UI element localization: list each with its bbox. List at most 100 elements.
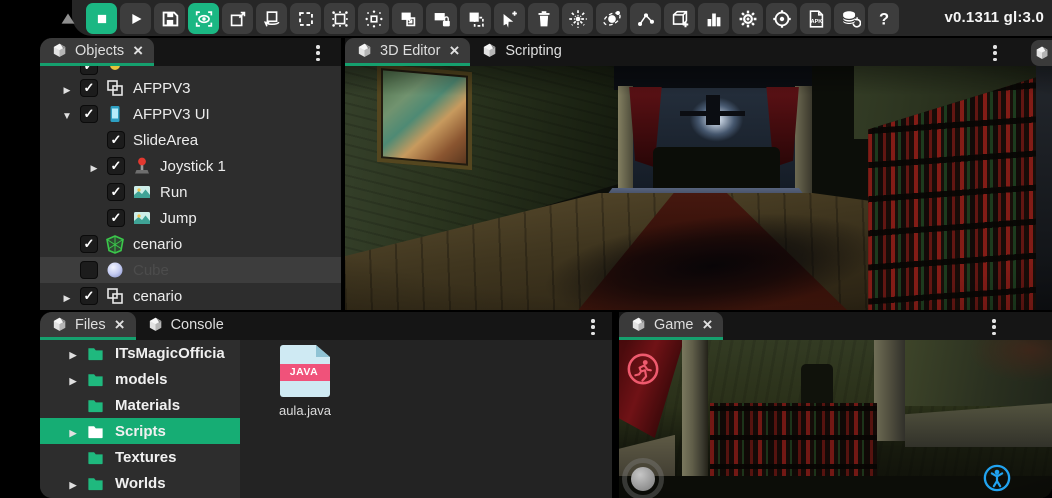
box-icon — [356, 42, 373, 59]
close-icon[interactable]: × — [703, 316, 713, 333]
kebab-menu-icon[interactable] — [988, 45, 1002, 61]
item-label: ITsMagicOfficia — [115, 345, 225, 362]
kebab-menu-icon[interactable] — [586, 319, 600, 335]
objects-tree-item[interactable]: AFPPV3 UI — [40, 101, 341, 127]
files-tree-item[interactable]: ITsMagicOfficia — [40, 340, 240, 366]
tab-scripting[interactable]: Scripting — [470, 38, 572, 66]
play-icon — [125, 8, 147, 30]
joystick-knob[interactable] — [631, 467, 655, 491]
scale-tool-button[interactable] — [290, 3, 321, 34]
java-badge: JAVA — [273, 364, 335, 381]
kebab-menu-icon[interactable] — [987, 319, 1001, 335]
save-button[interactable] — [154, 3, 185, 34]
db-sync-icon — [839, 8, 861, 30]
checkbox[interactable] — [80, 261, 98, 279]
checkbox[interactable] — [80, 235, 98, 253]
objects-tree-item[interactable]: AFPPV3 — [40, 75, 341, 101]
close-icon[interactable]: × — [449, 42, 459, 59]
files-tree-item[interactable]: Textures — [40, 444, 240, 470]
run-icon[interactable] — [626, 352, 660, 386]
objects-tree-item[interactable]: cenario — [40, 283, 341, 309]
move-tool-button[interactable] — [222, 3, 253, 34]
close-icon[interactable]: × — [133, 42, 143, 59]
bounds-icon — [329, 8, 351, 30]
target-settings-button[interactable] — [766, 3, 797, 34]
duplicate-button[interactable] — [460, 3, 491, 34]
expand-arrow-icon[interactable] — [60, 371, 86, 388]
tab-files[interactable]: Files × — [40, 312, 136, 340]
bounds-tool-button[interactable] — [324, 3, 355, 34]
box-icon — [481, 42, 498, 59]
expand-arrow-icon[interactable] — [54, 288, 80, 305]
pivot-tool-button[interactable] — [358, 3, 389, 34]
files-tree-item[interactable]: models — [40, 366, 240, 392]
checkbox[interactable] — [80, 105, 98, 123]
objects-tree-item[interactable] — [40, 66, 341, 75]
objects-tree-item[interactable]: SlideArea — [40, 127, 341, 153]
kebab-menu-icon[interactable] — [311, 45, 325, 61]
objects-tree-item[interactable]: Cube — [40, 257, 341, 283]
game-viewport[interactable] — [619, 340, 1052, 498]
scene-viewport[interactable] — [345, 66, 1052, 310]
checkbox[interactable] — [107, 131, 125, 149]
help-icon — [873, 8, 895, 30]
expand-arrow-icon[interactable] — [81, 158, 107, 175]
checkbox[interactable] — [80, 66, 98, 75]
tap-tool-button[interactable] — [494, 3, 525, 34]
export-apk-button[interactable] — [800, 3, 831, 34]
tab-label: Objects — [75, 43, 124, 59]
expand-arrow-icon[interactable] — [54, 80, 80, 97]
rotate-tool-button[interactable] — [256, 3, 287, 34]
tab-objects[interactable]: Objects × — [40, 38, 154, 66]
bring-forward-button[interactable] — [392, 3, 423, 34]
add-object-button[interactable] — [664, 3, 695, 34]
aula.java[interactable]: JAVA aula.java — [270, 345, 340, 418]
objects-tree-item[interactable]: Run — [40, 179, 341, 205]
close-icon[interactable]: × — [115, 316, 125, 333]
item-label: Scripts — [115, 423, 166, 440]
tab-console[interactable]: Console — [136, 312, 235, 340]
item-label: Jump — [160, 210, 197, 227]
scene-view-button[interactable] — [188, 3, 219, 34]
checkbox[interactable] — [107, 183, 125, 201]
database-sync-button[interactable] — [834, 3, 865, 34]
files-tree-item[interactable]: Materials — [40, 392, 240, 418]
expand-arrow-icon[interactable] — [60, 345, 86, 362]
checkbox[interactable] — [80, 79, 98, 97]
version-label: v0.1311 gl:3.0 — [944, 9, 1044, 26]
files-tree-item[interactable]: Worlds — [40, 470, 240, 496]
files-tree: ITsMagicOfficia models Materials Scripts — [40, 340, 240, 498]
lock-button[interactable] — [426, 3, 457, 34]
stop-button[interactable] — [86, 3, 117, 34]
tab-label: Files — [75, 317, 106, 333]
accessibility-icon[interactable] — [983, 464, 1011, 492]
objects-tree-item[interactable]: cenario — [40, 231, 341, 257]
play-button[interactable] — [120, 3, 151, 34]
checkbox[interactable] — [107, 157, 125, 175]
files-tree-item[interactable]: Scripts — [40, 418, 240, 444]
orbit-button[interactable] — [596, 3, 627, 34]
particles-button[interactable] — [562, 3, 593, 34]
stats-button[interactable] — [698, 3, 729, 34]
tab-3d-editor[interactable]: 3D Editor × — [345, 38, 470, 66]
checkbox[interactable] — [80, 287, 98, 305]
expand-toolbar-button[interactable] — [52, 3, 83, 34]
lock-icon — [431, 8, 453, 30]
settings-button[interactable] — [732, 3, 763, 34]
joystick-pad[interactable] — [622, 458, 664, 498]
path-nodes-button[interactable] — [630, 3, 661, 34]
move-icon — [227, 8, 249, 30]
tab-stub[interactable] — [1031, 40, 1052, 66]
expand-arrow-icon[interactable] — [54, 106, 80, 123]
help-button[interactable] — [868, 3, 899, 34]
item-label: Materials — [115, 397, 180, 414]
expand-arrow-icon[interactable] — [60, 423, 86, 440]
objects-tree-item[interactable]: Jump — [40, 205, 341, 231]
expand-arrow-icon[interactable] — [60, 475, 86, 492]
scene-view-icon — [193, 8, 215, 30]
tab-game[interactable]: Game × — [619, 312, 723, 340]
sphere-icon — [105, 260, 125, 280]
checkbox[interactable] — [107, 209, 125, 227]
objects-tree-item[interactable]: Joystick 1 — [40, 153, 341, 179]
delete-button[interactable] — [528, 3, 559, 34]
